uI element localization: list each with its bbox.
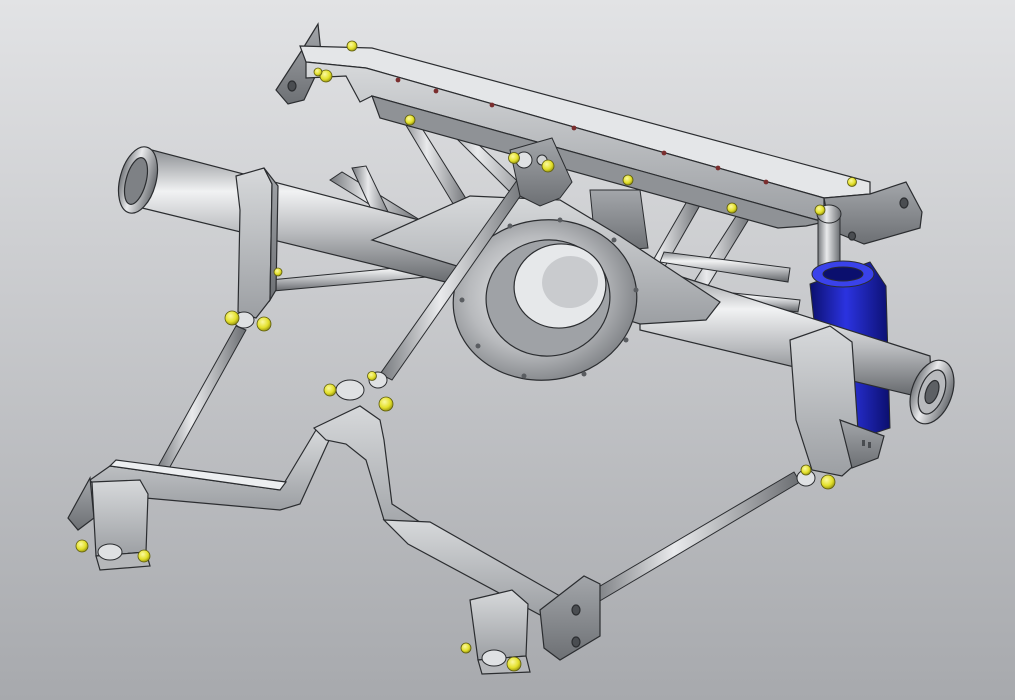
bolt	[137, 549, 151, 563]
shock-shaft	[817, 217, 841, 269]
bolt	[323, 383, 337, 397]
bolt	[506, 656, 522, 672]
bolt	[814, 204, 826, 216]
bolt	[367, 371, 377, 381]
bolt	[404, 114, 416, 126]
bolt	[273, 267, 283, 277]
bolt	[541, 159, 555, 173]
suspension-model	[0, 0, 1015, 700]
bolt	[820, 474, 836, 490]
bolt	[256, 316, 272, 332]
bolt	[460, 642, 472, 654]
bolt	[378, 396, 394, 412]
bolt	[847, 177, 857, 187]
bolt	[346, 40, 358, 52]
bolt	[622, 174, 634, 186]
cad-viewport[interactable]	[0, 0, 1015, 700]
bolt	[224, 310, 240, 326]
bolt	[75, 539, 89, 553]
bolt	[508, 152, 520, 164]
left-axle-bracket	[235, 167, 279, 319]
bolt	[726, 202, 738, 214]
bolt	[800, 464, 812, 476]
bolt	[313, 67, 323, 77]
